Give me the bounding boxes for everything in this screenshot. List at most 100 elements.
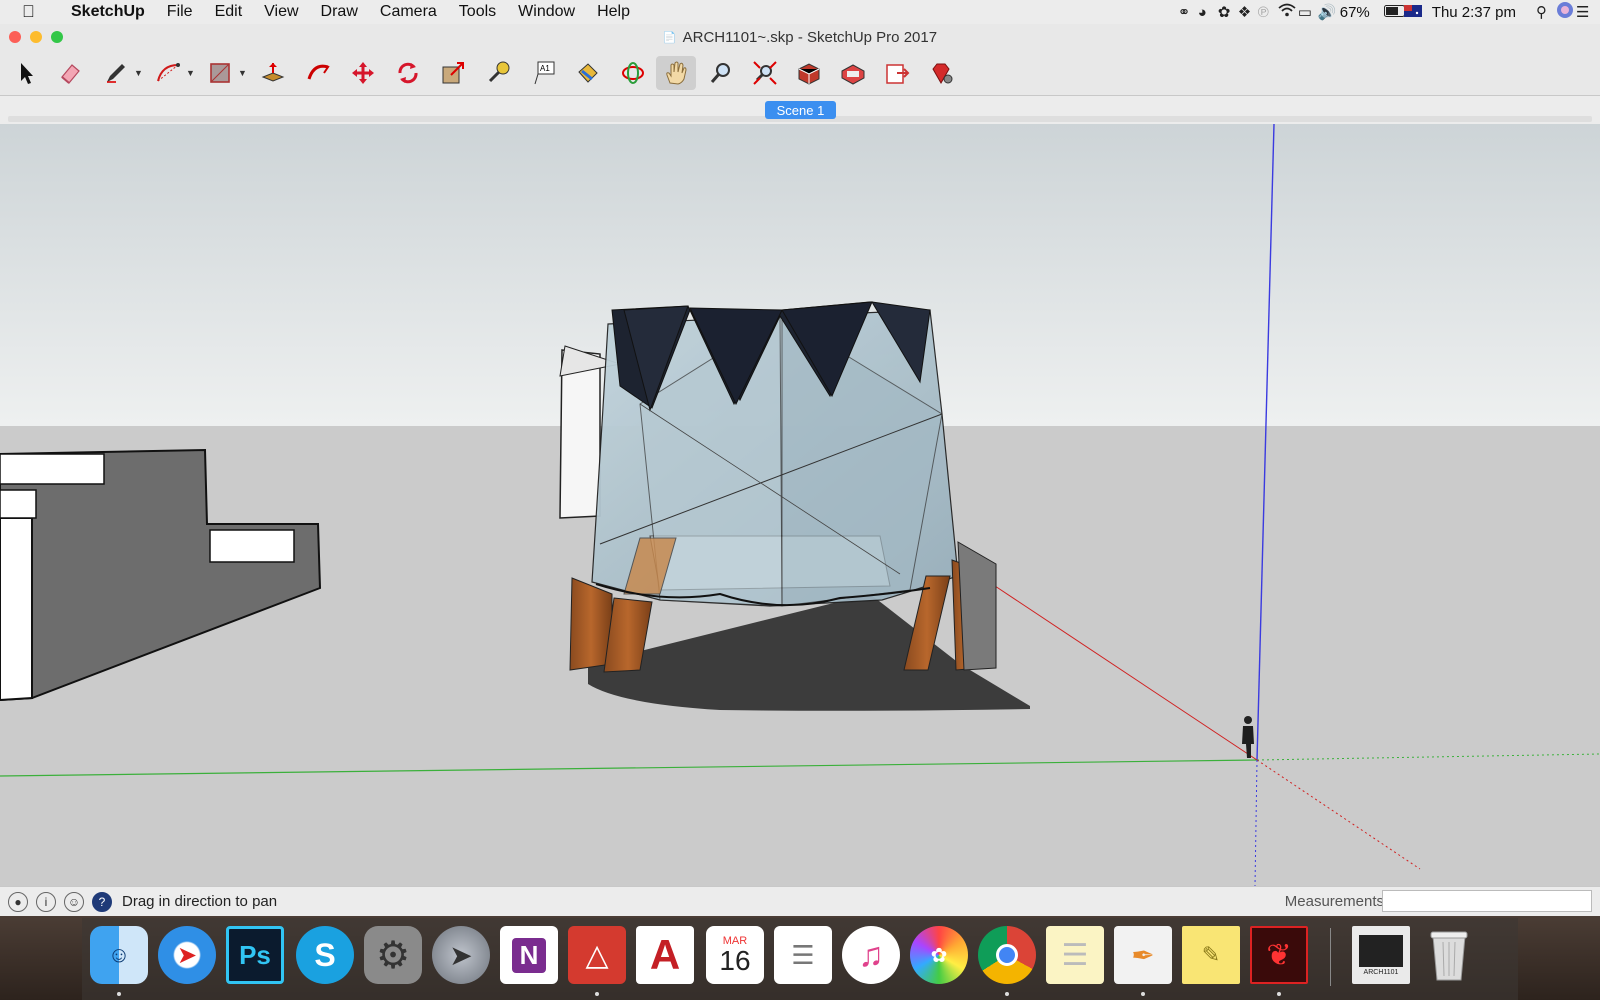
bluetooth-icon[interactable]: ℗: [1252, 4, 1272, 21]
dock-skype[interactable]: S: [296, 926, 354, 984]
extension-warehouse-icon: [841, 64, 865, 85]
line-dropdown-icon[interactable]: ▼: [134, 68, 143, 78]
dock-reminders[interactable]: ☰: [774, 926, 832, 984]
dropbox-icon[interactable]: ❖: [1232, 3, 1252, 21]
measurements-input[interactable]: [1382, 890, 1592, 912]
zoom-extents-tool-button[interactable]: [745, 56, 785, 90]
close-window-button[interactable]: [9, 31, 21, 43]
left-building-window-right: [209, 529, 295, 563]
text-label-icon: A1: [534, 61, 555, 85]
window-title: ARCH1101~.skp - SketchUp Pro 2017: [682, 28, 938, 46]
battery-percent: 67%: [1339, 3, 1370, 21]
finder-face-icon: ☺: [107, 942, 131, 967]
hand-icon: [666, 61, 687, 85]
menu-app-sketchup[interactable]: SketchUp: [60, 3, 156, 21]
orbit-icon: [622, 62, 644, 84]
send-to-layout-button[interactable]: [877, 56, 917, 90]
creative-cloud-icon[interactable]: ⚭: [1172, 3, 1192, 21]
airplay-icon[interactable]: ▭: [1292, 3, 1312, 21]
menu-view[interactable]: View: [253, 3, 309, 21]
follow-me-tool-button[interactable]: [298, 56, 338, 90]
menu-help[interactable]: Help: [586, 3, 641, 21]
flag-icon[interactable]: [1398, 4, 1422, 21]
dock-photos[interactable]: ✿: [910, 926, 968, 984]
dock-system-preferences[interactable]: ⚙: [364, 926, 422, 984]
photoshop-label: Ps: [239, 939, 271, 970]
dock-photoshop[interactable]: Ps: [226, 926, 284, 984]
apple-menu-icon[interactable]: : [22, 2, 44, 22]
scale-tool-button[interactable]: [433, 56, 473, 90]
zoom-window-button[interactable]: [51, 31, 63, 43]
menu-edit[interactable]: Edit: [204, 3, 254, 21]
extension-warehouse-button[interactable]: [833, 56, 873, 90]
dock-itunes[interactable]: ♫: [842, 926, 900, 984]
arc-dropdown-icon[interactable]: ▼: [186, 68, 195, 78]
account-icon[interactable]: ☺: [64, 891, 84, 912]
dock-acrobat[interactable]: ❦: [1250, 926, 1308, 984]
dock-launchpad[interactable]: ➤: [432, 926, 490, 984]
menu-draw[interactable]: Draw: [310, 3, 369, 21]
dock-onenote[interactable]: N: [500, 926, 558, 984]
minimize-window-button[interactable]: [30, 31, 42, 43]
calendar-day: 16: [719, 945, 751, 976]
evernote-icon[interactable]: ✿: [1212, 3, 1232, 21]
move-tool-button[interactable]: [343, 56, 383, 90]
battery-icon[interactable]: [1378, 4, 1407, 21]
dock-pages[interactable]: ✒: [1114, 926, 1172, 984]
push-pull-tool-button[interactable]: [253, 56, 293, 90]
pan-tool-button[interactable]: [656, 56, 696, 90]
ruby-gem-icon: [932, 63, 953, 85]
menu-camera[interactable]: Camera: [369, 3, 448, 21]
dock-trash[interactable]: [1420, 926, 1478, 984]
tape-measure-icon: [488, 61, 510, 83]
running-indicator: [1005, 992, 1009, 996]
right-gray-wall: [957, 541, 997, 671]
eraser-tool-button[interactable]: [50, 56, 90, 90]
magnifier-icon: [710, 63, 730, 83]
folder-label: ARCH1101: [1363, 968, 1399, 976]
menu-file[interactable]: File: [156, 3, 204, 21]
scale-icon: [442, 62, 464, 84]
credits-icon[interactable]: i: [36, 891, 56, 912]
3d-warehouse-button[interactable]: [789, 56, 829, 90]
running-indicator: [1141, 992, 1145, 996]
shape-dropdown-icon[interactable]: ▼: [238, 68, 247, 78]
menu-clock[interactable]: Thu 2:37 pm: [1418, 4, 1530, 21]
dock-stickies[interactable]: ✎: [1182, 926, 1240, 984]
menu-tools[interactable]: Tools: [448, 3, 507, 21]
notification-center-icon[interactable]: ☰: [1570, 3, 1590, 21]
volume-icon[interactable]: 🔊: [1312, 3, 1337, 21]
zoom-tool-button[interactable]: [701, 56, 741, 90]
dock-calendar[interactable]: MAR 16: [706, 926, 764, 984]
spotlight-search-icon[interactable]: ⚲: [1530, 3, 1550, 21]
orbit-tool-button[interactable]: [613, 56, 653, 90]
arc-tool-button[interactable]: [148, 56, 188, 90]
geolocation-icon[interactable]: ●: [8, 891, 28, 912]
dock-chrome[interactable]: [978, 926, 1036, 984]
scene-tab-1[interactable]: Scene 1: [765, 101, 836, 119]
dock-safari[interactable]: ➤: [158, 926, 216, 984]
sync-icon[interactable]: ◕: [1192, 4, 1212, 21]
help-icon[interactable]: ?: [92, 891, 112, 912]
tape-measure-tool-button[interactable]: [478, 56, 518, 90]
dock-autocad[interactable]: A: [636, 926, 694, 984]
eraser-icon: [61, 64, 80, 84]
dock-notes[interactable]: ☰: [1046, 926, 1104, 984]
wifi-icon[interactable]: [1272, 3, 1296, 21]
text-tool-button[interactable]: A1: [523, 56, 563, 90]
shape-tool-button[interactable]: [200, 56, 240, 90]
dock-arch1101-folder[interactable]: ARCH1101: [1352, 926, 1410, 984]
follow-me-icon: [307, 64, 330, 80]
dock-finder[interactable]: ☺: [90, 926, 148, 984]
rotate-tool-button[interactable]: [388, 56, 428, 90]
menu-window[interactable]: Window: [507, 3, 586, 21]
extension-manager-button[interactable]: [921, 56, 961, 90]
dock-sketchup[interactable]: △: [568, 926, 626, 984]
select-tool-button[interactable]: [6, 56, 46, 90]
model-viewport[interactable]: [0, 124, 1600, 886]
paint-bucket-tool-button[interactable]: [568, 56, 608, 90]
user-icon[interactable]: [1550, 1, 1573, 23]
model-canvas[interactable]: [0, 124, 1600, 886]
line-tool-button[interactable]: [96, 56, 136, 90]
running-indicator: [117, 992, 121, 996]
